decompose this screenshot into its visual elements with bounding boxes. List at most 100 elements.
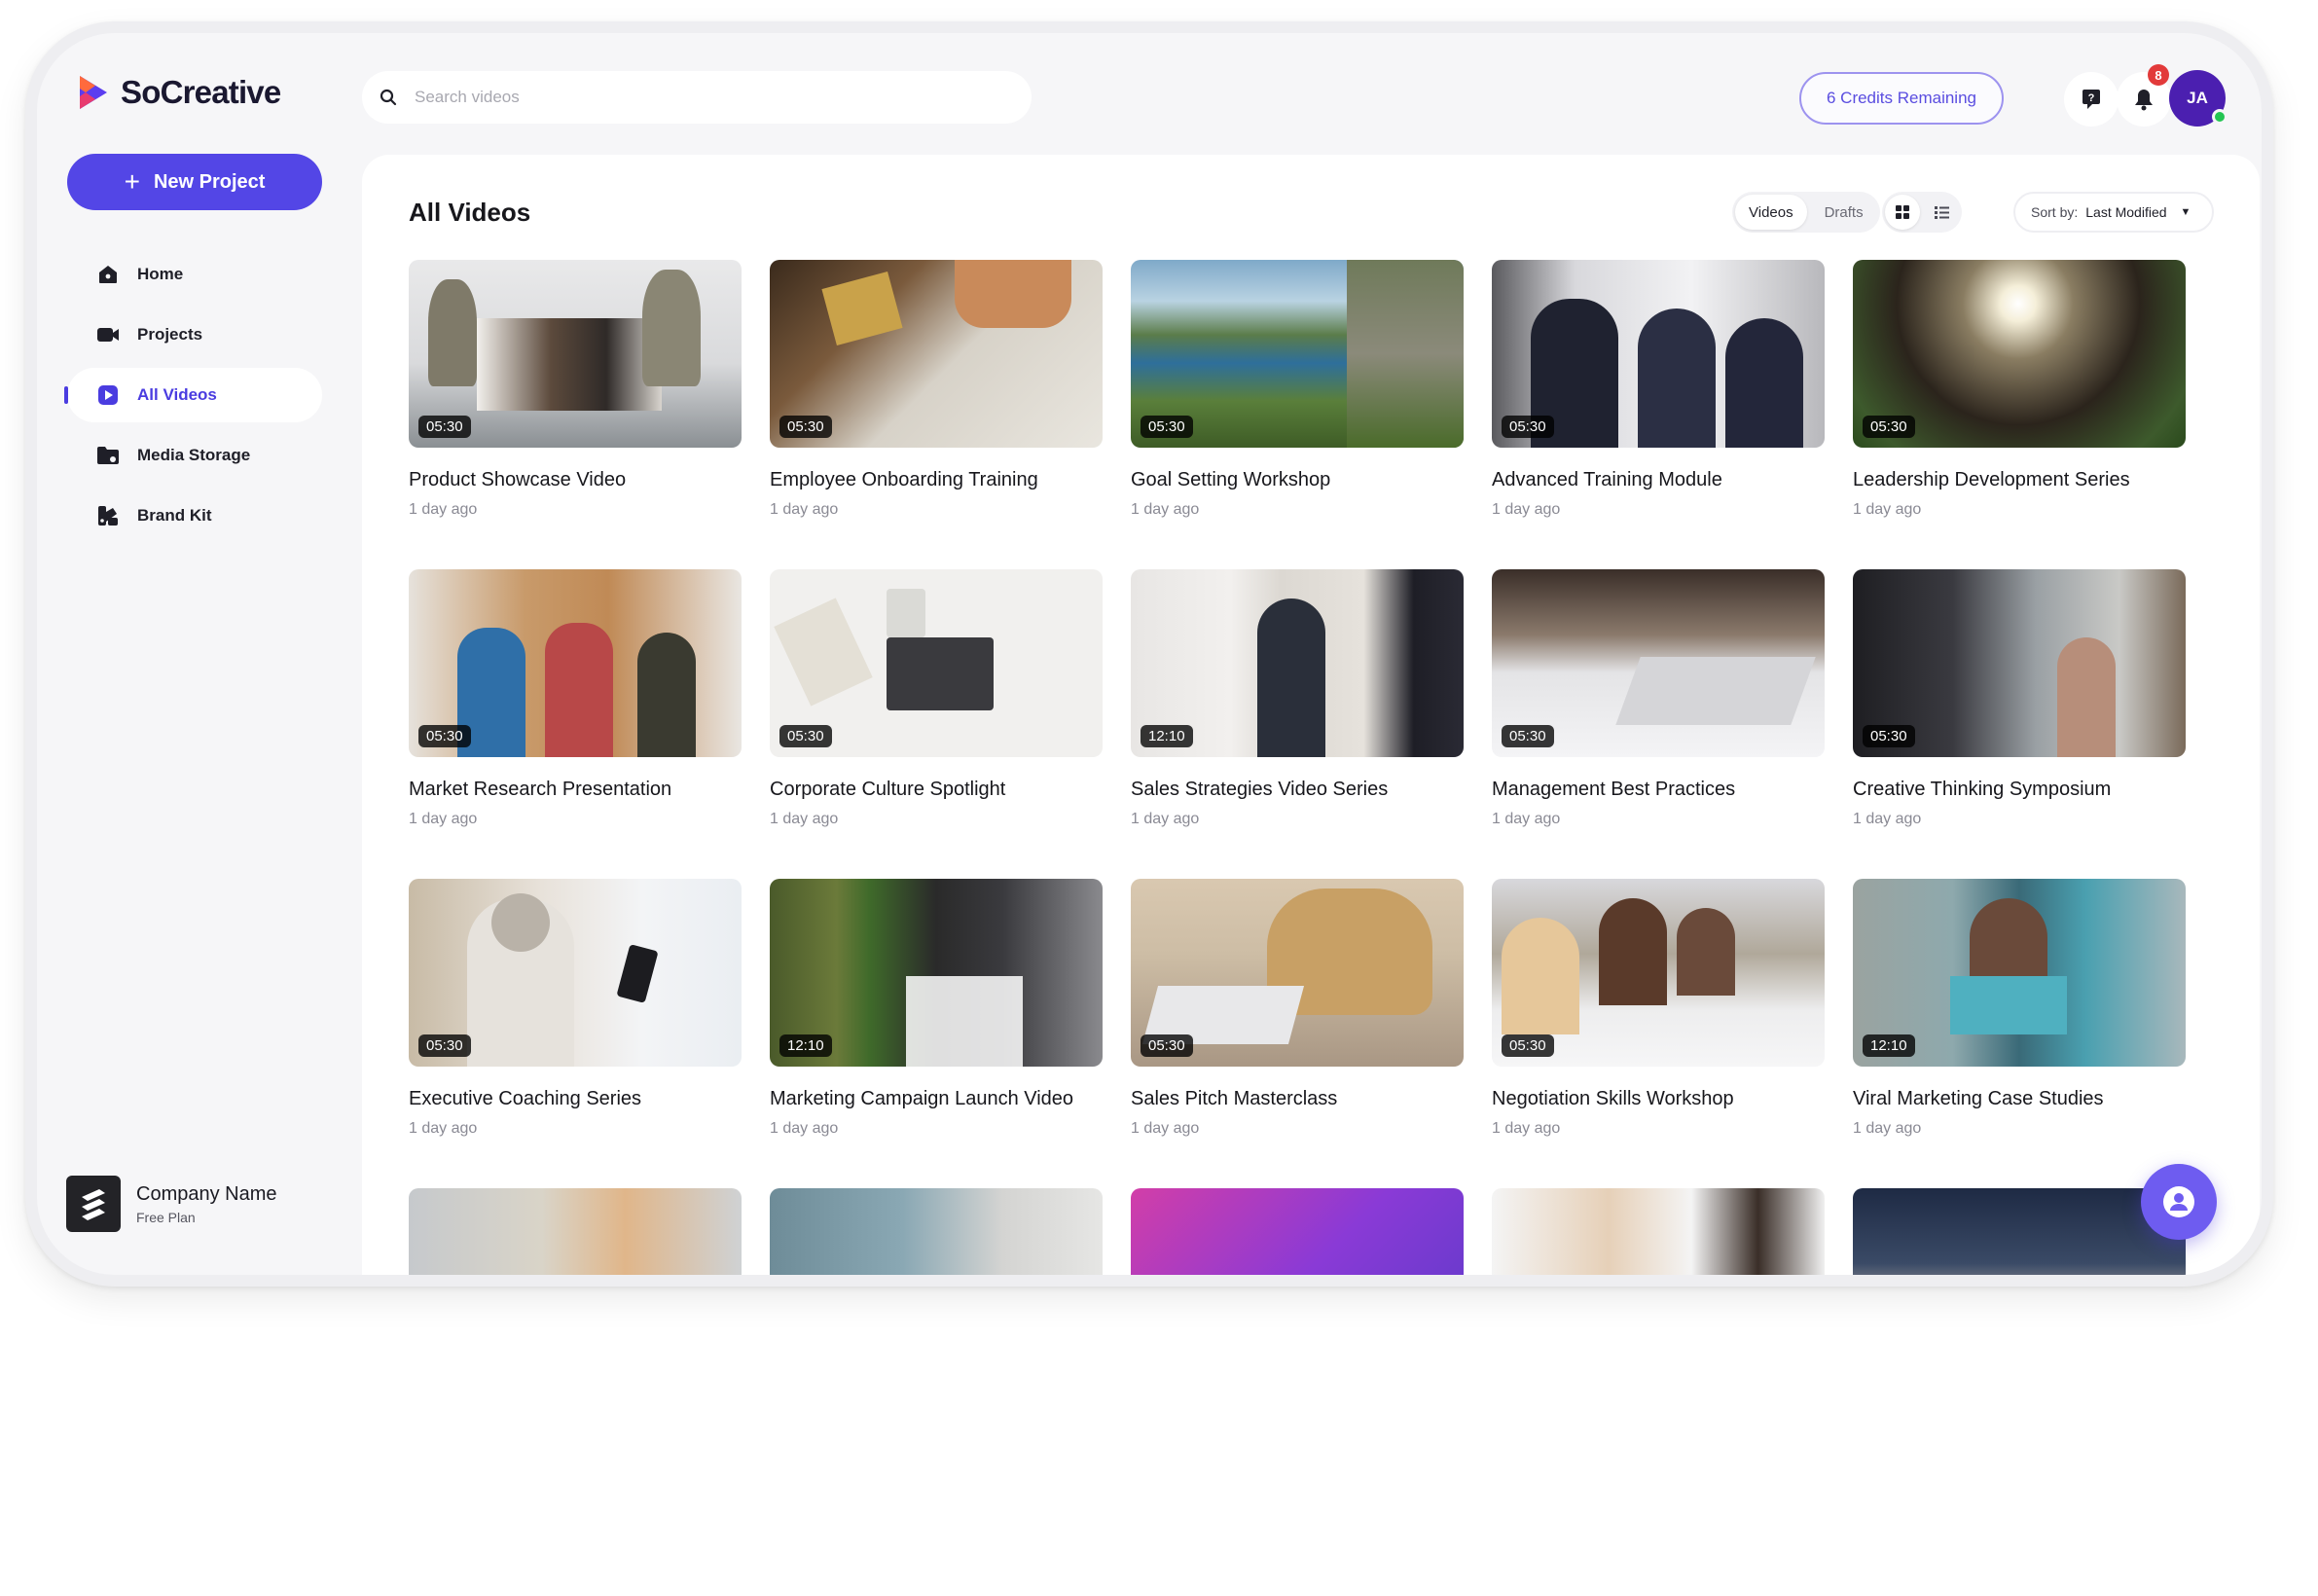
notifications-button[interactable]: 8: [2117, 64, 2171, 127]
video-timestamp: 1 day ago: [1492, 501, 1561, 518]
sidebar-item-label: Home: [137, 265, 184, 283]
video-thumbnail[interactable]: 12:10: [1131, 569, 1464, 757]
video-title: Leadership Development Series: [1853, 469, 2130, 490]
sidebar-item-projects[interactable]: Projects: [67, 308, 322, 362]
video-timestamp: 1 day ago: [1492, 811, 1561, 827]
video-card[interactable]: 05:30 Negotiation Skills Workshop 1 day …: [1492, 879, 1825, 1188]
video-card[interactable]: 12:10 Marketing Campaign Launch Video 1 …: [770, 879, 1103, 1188]
content-tabs: Videos Drafts: [1732, 192, 1880, 233]
video-thumbnail[interactable]: 05:30: [770, 569, 1103, 757]
sidebar-item-all-videos[interactable]: All Videos: [64, 368, 322, 422]
search-input[interactable]: [415, 88, 960, 107]
video-card[interactable]: 12:10 Viral Marketing Case Studies 1 day…: [1853, 879, 2186, 1188]
video-card[interactable]: 05:30 Sales Pitch Masterclass 1 day ago: [1131, 879, 1464, 1188]
list-view-button[interactable]: [1924, 195, 1959, 230]
video-timestamp: 1 day ago: [770, 1120, 839, 1137]
video-card[interactable]: [409, 1188, 742, 1275]
video-duration: 05:30: [418, 416, 471, 438]
video-title: Advanced Training Module: [1492, 469, 1722, 490]
video-card[interactable]: 05:30 Creative Thinking Symposium 1 day …: [1853, 569, 2186, 879]
video-thumbnail[interactable]: 05:30: [409, 260, 742, 448]
video-timestamp: 1 day ago: [1131, 501, 1200, 518]
video-card[interactable]: 05:30 Management Best Practices 1 day ag…: [1492, 569, 1825, 879]
sidebar-item-label: Brand Kit: [137, 506, 212, 525]
video-card[interactable]: 05:30 Leadership Development Series 1 da…: [1853, 260, 2186, 569]
video-card[interactable]: 05:30 Executive Coaching Series 1 day ag…: [409, 879, 742, 1188]
video-thumbnail[interactable]: [1131, 1188, 1464, 1275]
brand-logo[interactable]: SoCreative: [78, 74, 281, 111]
video-thumbnail[interactable]: [770, 1188, 1103, 1275]
video-title: Goal Setting Workshop: [1131, 469, 1331, 490]
video-thumbnail[interactable]: 05:30: [1853, 260, 2186, 448]
video-thumbnail[interactable]: 05:30: [1492, 569, 1825, 757]
grid-view-button[interactable]: [1885, 195, 1920, 230]
video-title: Corporate Culture Spotlight: [770, 779, 1006, 800]
view-toggle: [1882, 192, 1962, 233]
video-thumbnail[interactable]: 05:30: [770, 260, 1103, 448]
page-title: All Videos: [409, 198, 531, 227]
video-card[interactable]: [1853, 1188, 2186, 1275]
video-title: Product Showcase Video: [409, 469, 627, 490]
video-duration: 05:30: [779, 416, 832, 438]
video-thumbnail[interactable]: [1492, 1188, 1825, 1275]
sort-dropdown[interactable]: Sort by: Last Modified ▼: [2013, 192, 2214, 233]
video-timestamp: 1 day ago: [1853, 1120, 1922, 1137]
video-card[interactable]: 05:30 Employee Onboarding Training 1 day…: [770, 260, 1103, 569]
video-card[interactable]: [1492, 1188, 1825, 1275]
sidebar-item-brand-kit[interactable]: Brand Kit: [67, 489, 322, 543]
video-card[interactable]: 12:10 Sales Strategies Video Series 1 da…: [1131, 569, 1464, 879]
sidebar-nav: Home Projects All Videos Media Storage B…: [64, 247, 322, 549]
video-card[interactable]: [1131, 1188, 1464, 1275]
user-avatar[interactable]: JA: [2169, 70, 2227, 127]
bell-icon: [2135, 90, 2153, 111]
sidebar: SoCreative + New Project Home Projects A…: [37, 33, 378, 1275]
list-icon: [1934, 205, 1949, 219]
video-timestamp: 1 day ago: [770, 811, 839, 827]
video-thumbnail[interactable]: 05:30: [1131, 879, 1464, 1067]
sidebar-item-media-storage[interactable]: Media Storage: [67, 428, 322, 483]
video-card[interactable]: [770, 1188, 1103, 1275]
video-card[interactable]: 05:30 Market Research Presentation 1 day…: [409, 569, 742, 879]
tab-drafts[interactable]: Drafts: [1811, 195, 1877, 230]
sort-label: Sort by:: [2031, 204, 2079, 220]
grid-icon: [1896, 205, 1909, 219]
new-project-label: New Project: [153, 170, 266, 193]
video-card[interactable]: 05:30 Goal Setting Workshop 1 day ago: [1131, 260, 1464, 569]
play-icon: [96, 383, 120, 407]
video-thumbnail[interactable]: 12:10: [770, 879, 1103, 1067]
video-card[interactable]: 05:30 Advanced Training Module 1 day ago: [1492, 260, 1825, 569]
brand-kit-icon: [96, 504, 120, 527]
video-duration: 12:10: [1863, 1034, 1915, 1057]
video-timestamp: 1 day ago: [1131, 811, 1200, 827]
home-icon: [96, 263, 120, 286]
notification-badge: 8: [2148, 64, 2169, 86]
video-thumbnail[interactable]: 05:30: [409, 569, 742, 757]
video-timestamp: 1 day ago: [409, 501, 478, 518]
chat-help-icon: ?: [2083, 90, 2100, 109]
app-name: SoCreative: [121, 74, 281, 110]
avatar-initials: JA: [2187, 89, 2208, 107]
video-duration: 05:30: [1502, 1034, 1554, 1057]
video-thumbnail[interactable]: [409, 1188, 742, 1275]
video-thumbnail[interactable]: 12:10: [1853, 879, 2186, 1067]
video-card[interactable]: 05:30 Product Showcase Video 1 day ago: [409, 260, 742, 569]
new-project-button[interactable]: + New Project: [67, 154, 322, 210]
video-grid: 05:30 Product Showcase Video 1 day ago 0…: [409, 260, 2186, 1275]
support-chat-button[interactable]: [2141, 1164, 2217, 1240]
video-card[interactable]: 05:30 Corporate Culture Spotlight 1 day …: [770, 569, 1103, 879]
video-thumbnail[interactable]: 05:30: [1492, 879, 1825, 1067]
caret-down-icon: ▼: [2180, 206, 2191, 218]
video-thumbnail[interactable]: 05:30: [1492, 260, 1825, 448]
tab-videos[interactable]: Videos: [1735, 195, 1807, 230]
user-support-icon: [2163, 1186, 2194, 1217]
video-thumbnail[interactable]: 05:30: [1853, 569, 2186, 757]
video-thumbnail[interactable]: [1853, 1188, 2186, 1275]
video-timestamp: 1 day ago: [409, 1120, 478, 1137]
sidebar-item-home[interactable]: Home: [67, 247, 322, 302]
feedback-button[interactable]: ?: [2064, 72, 2119, 127]
company-switcher[interactable]: Company Name Free Plan: [66, 1176, 277, 1232]
video-thumbnail[interactable]: 05:30: [409, 879, 742, 1067]
video-title: Creative Thinking Symposium: [1853, 779, 2112, 800]
credits-remaining-button[interactable]: 6 Credits Remaining: [1799, 72, 2004, 125]
video-thumbnail[interactable]: 05:30: [1131, 260, 1464, 448]
